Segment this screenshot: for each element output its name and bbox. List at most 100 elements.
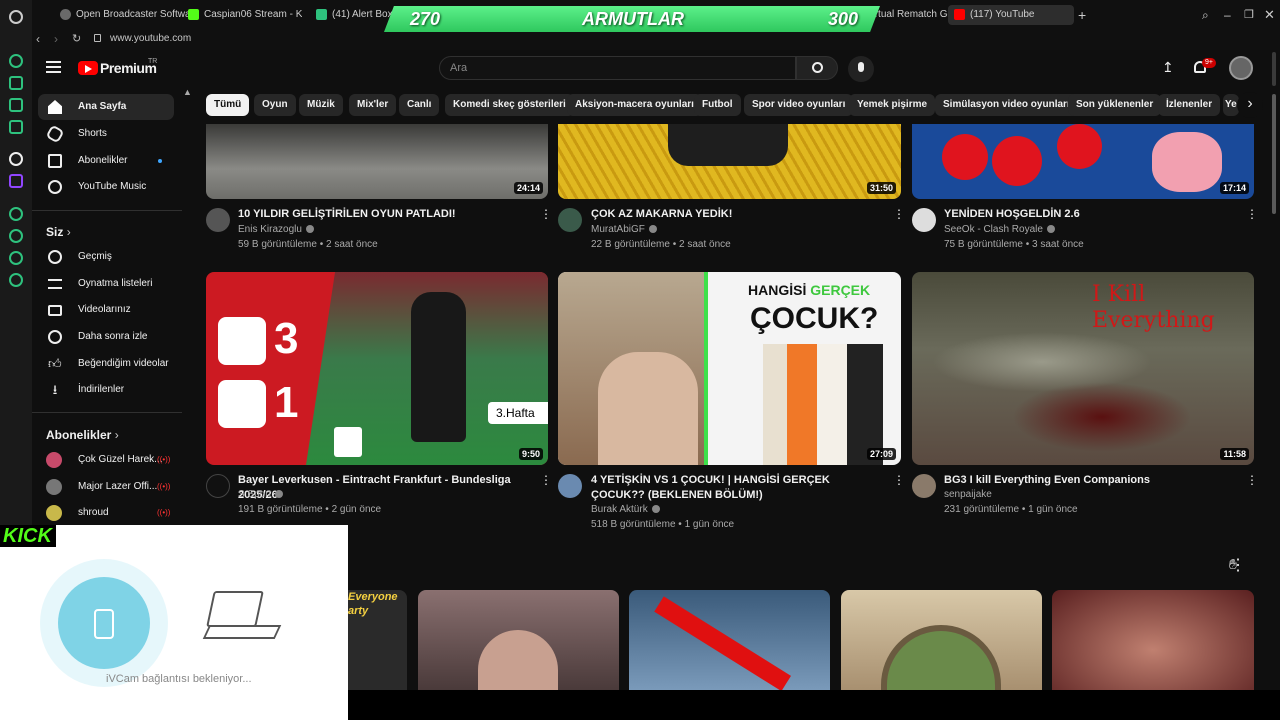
leverkusen-crest (218, 317, 266, 365)
short-thumbnail[interactable]: Everyone arty (348, 590, 407, 690)
browser-tab-active[interactable]: (117) YouTube (948, 5, 1074, 25)
sidebar-app-icon[interactable] (9, 152, 23, 166)
sidebar-item-downloads[interactable]: ⭳ İndirilenler (38, 377, 174, 403)
settings-icon[interactable] (9, 273, 23, 287)
sidebar-item-home[interactable]: Ana Sayfa (38, 94, 174, 120)
more-options-icon[interactable]: ⋮ (1246, 208, 1258, 220)
sidebar-item-your-videos[interactable]: Videolarınız (38, 297, 174, 323)
chip[interactable]: Komedi skeç gösterileri (445, 94, 574, 116)
sidebar-item-shorts[interactable]: Shorts (38, 121, 174, 147)
upload-icon[interactable]: ↥ (1162, 60, 1174, 74)
chip[interactable]: Simülasyon video oyunları (935, 94, 1078, 116)
video-thumbnail[interactable]: 3 1 3.Hafta 9:50 (206, 272, 548, 465)
chip[interactable]: Canlı (399, 94, 440, 116)
away-score: 1 (274, 378, 299, 427)
short-thumbnail[interactable] (629, 590, 830, 690)
history-icon[interactable] (9, 229, 23, 243)
sidebar-app-icon[interactable] (9, 54, 23, 68)
more-options-icon[interactable]: ⋮ (893, 474, 905, 486)
sidebar-app-icon[interactable] (9, 207, 23, 221)
channel-name[interactable]: SeeOk - Clash Royale (944, 224, 1055, 235)
short-thumbnail[interactable] (418, 590, 619, 690)
video-title[interactable]: YENİDEN HOŞGELDİN 2.6 (944, 207, 1234, 222)
video-thumbnail[interactable]: I Kill Everything 11:58 (912, 272, 1254, 465)
sidebar-item-watch-later[interactable]: Daha sonra izle (38, 324, 174, 350)
chip[interactable]: Mix'ler (349, 94, 397, 116)
opera-logo-icon[interactable] (9, 10, 23, 24)
video-thumbnail[interactable]: 17:14 (912, 124, 1254, 199)
video-title[interactable]: 10 YILDIR GELİŞTİRİLEN OYUN PATLADI! (238, 207, 528, 222)
obs-icon (60, 9, 71, 20)
sidebar-item-history[interactable]: Geçmiş (38, 244, 174, 270)
close-icon[interactable]: ✕ (1264, 8, 1275, 21)
chip[interactable]: Oyun (254, 94, 296, 116)
more-options-icon[interactable]: ⋮ (1246, 474, 1258, 486)
sidebar-sub-item[interactable]: Major Lazer Offi... ((•)) (38, 474, 174, 500)
more-options-icon[interactable]: ⋮ (893, 208, 905, 220)
channel-avatar[interactable] (558, 208, 582, 232)
more-options-icon[interactable]: ⋮ (540, 208, 552, 220)
more-options-icon[interactable]: ⋮ (540, 474, 552, 486)
sidebar-item-music[interactable]: YouTube Music (38, 174, 174, 200)
video-title[interactable]: 4 YETİŞKİN VS 1 ÇOCUK! | HANGİSİ GERÇEK … (591, 473, 881, 503)
menu-icon[interactable] (46, 61, 61, 73)
chip[interactable]: Müzik (299, 94, 343, 116)
channel-avatar[interactable] (912, 474, 936, 498)
chip[interactable]: İzlenenler (1158, 94, 1221, 116)
twitch-icon[interactable] (9, 174, 23, 188)
video-thumbnail[interactable]: 24:14 (206, 124, 548, 199)
chip[interactable]: Futbol (694, 94, 741, 116)
sidebar-subs-heading[interactable]: Abonelikler › (46, 428, 119, 442)
sidebar-sub-item[interactable]: shroud ((•)) (38, 500, 174, 526)
url-text[interactable]: www.youtube.com (110, 33, 191, 44)
browser-tab[interactable]: Caspian06 Stream - Kick (182, 5, 302, 25)
short-thumbnail[interactable] (841, 590, 1042, 690)
back-icon[interactable]: ‹ (36, 32, 40, 46)
channel-avatar[interactable] (206, 474, 230, 498)
chip[interactable]: Son yüklenenler (1068, 94, 1162, 116)
minimize-button[interactable]: – (1224, 9, 1231, 21)
reload-icon[interactable]: ↻ (72, 32, 81, 46)
sidebar-sub-item[interactable]: Çok Güzel Harek... ((•)) (38, 447, 174, 473)
header-scrollbar[interactable] (1272, 52, 1276, 86)
channel-name[interactable]: senpaijake (944, 489, 992, 500)
video-thumbnail[interactable]: 31:50 (558, 124, 901, 199)
search-tabs-icon[interactable]: ⌕ (1202, 9, 1209, 21)
chip[interactable]: Yemek pişirme (849, 94, 936, 116)
sidebar-item-liked[interactable]: 👍︎ Beğendiğim videolar (38, 351, 174, 377)
duration-badge: 11:58 (1220, 448, 1249, 460)
sidebar-item-playlists[interactable]: Oynatma listeleri (38, 271, 174, 297)
account-avatar[interactable] (1229, 56, 1253, 80)
sidebar-app-icon[interactable] (9, 76, 23, 90)
video-title[interactable]: ÇOK AZ MAKARNA YEDİK! (591, 207, 881, 222)
chip-all[interactable]: Tümü (206, 94, 250, 116)
video-thumbnail[interactable]: HANGİSİ GERÇEK ÇOCUK? 27:09 (558, 272, 901, 465)
short-thumbnail[interactable] (1052, 590, 1254, 690)
page-scrollbar-thumb[interactable] (1272, 94, 1276, 214)
channel-name[interactable]: MuratAbiGF (591, 224, 657, 235)
sidebar-app-icon[interactable] (9, 120, 23, 134)
chip[interactable]: Spor video oyunları (744, 94, 854, 116)
sidebar-divider (32, 210, 182, 211)
forward-icon[interactable]: › (54, 32, 58, 46)
sidebar-scroll-up-icon[interactable]: ▲ (183, 88, 192, 97)
channel-avatar[interactable] (558, 474, 582, 498)
voice-search-button[interactable] (848, 56, 874, 82)
sidebar-app-icon[interactable] (9, 98, 23, 112)
channel-avatar[interactable] (912, 208, 936, 232)
channel-avatar[interactable] (206, 208, 230, 232)
search-input[interactable]: Ara (439, 56, 796, 80)
browser-tab[interactable]: Open Broadcaster Softwa (54, 5, 194, 25)
video-title[interactable]: BG3 I kill Everything Even Companions (944, 473, 1234, 488)
new-tab-button[interactable]: + (1078, 8, 1092, 22)
channel-name[interactable]: Enis Kirazoglu (238, 224, 314, 235)
chip[interactable]: Aksiyon-macera oyunları (567, 94, 702, 116)
channel-name[interactable]: S Sport (238, 489, 284, 500)
search-button[interactable] (796, 56, 838, 80)
sidebar-you-heading[interactable]: Siz › (46, 225, 71, 239)
maximize-button[interactable]: ❐ (1244, 9, 1254, 21)
sidebar-item-subscriptions[interactable]: Abonelikler (38, 148, 174, 174)
chips-next-button[interactable]: › (1237, 92, 1263, 118)
sidebar-app-icon[interactable] (9, 251, 23, 265)
channel-name[interactable]: Burak Aktürk (591, 504, 660, 515)
